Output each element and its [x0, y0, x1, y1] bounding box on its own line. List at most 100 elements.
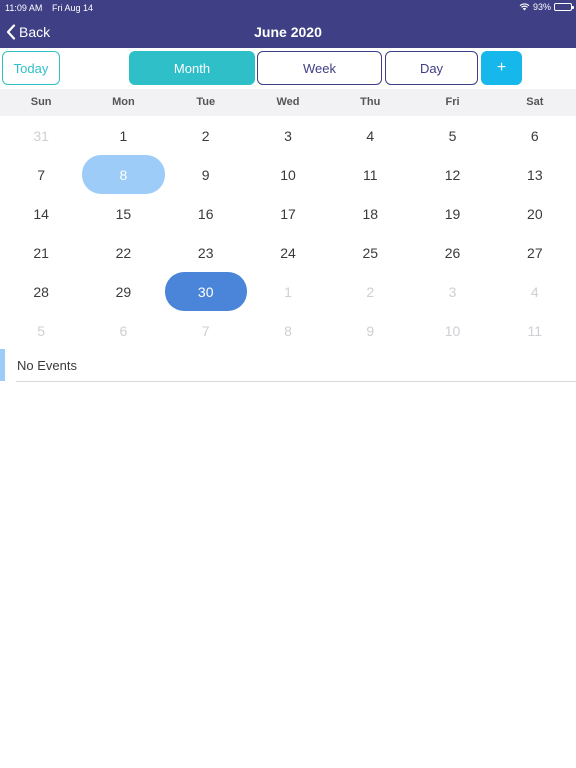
- status-time: 11:09 AM: [5, 3, 43, 13]
- other-month-day-cell[interactable]: 3: [411, 272, 493, 311]
- day-cell[interactable]: 2: [165, 116, 247, 155]
- day-cell[interactable]: 11: [329, 155, 411, 194]
- day-number: 14: [33, 205, 49, 222]
- day-number: 5: [37, 322, 46, 339]
- weekday-label: Mon: [112, 96, 135, 108]
- day-number: 22: [115, 244, 132, 261]
- other-month-day-cell[interactable]: 10: [411, 311, 493, 350]
- other-month-day-cell[interactable]: 9: [329, 311, 411, 350]
- day-number: 2: [201, 127, 210, 144]
- day-number: 28: [33, 283, 49, 300]
- other-month-day-cell[interactable]: 1: [247, 272, 329, 311]
- day-number: 6: [119, 322, 128, 339]
- other-month-day-cell[interactable]: 4: [494, 272, 576, 311]
- event-indicator-bar: [0, 349, 5, 381]
- day-cell[interactable]: 23: [165, 233, 247, 272]
- week-row: 5 6 7 8 9 10 11: [0, 311, 576, 350]
- day-cell[interactable]: 3: [247, 116, 329, 155]
- month-view-button[interactable]: Month: [129, 51, 255, 85]
- day-cell[interactable]: 14: [0, 194, 82, 233]
- day-cell[interactable]: 15: [82, 194, 164, 233]
- day-number: 11: [527, 322, 543, 339]
- week-view-button[interactable]: Week: [257, 51, 382, 85]
- status-date: Fri Aug 14: [52, 3, 94, 13]
- day-number: 29: [115, 283, 132, 300]
- weekday-label: Sat: [526, 96, 544, 108]
- day-cell[interactable]: 6: [494, 116, 576, 155]
- weekday-label: Tue: [196, 96, 216, 108]
- day-cell[interactable]: 21: [0, 233, 82, 272]
- day-number: 1: [284, 283, 292, 300]
- day-cell[interactable]: 17: [247, 194, 329, 233]
- day-cell[interactable]: 27: [494, 233, 576, 272]
- other-month-day-cell[interactable]: 31: [0, 116, 82, 155]
- month-grid: 31 1 2 3 4 5 6 7 8 9 10 11 12 13 14 15 16 17 18 19 20 21 22 23 2…: [0, 116, 576, 350]
- day-number: 5: [448, 127, 457, 144]
- day-cell[interactable]: 1: [82, 116, 164, 155]
- day-cell[interactable]: 7: [0, 155, 82, 194]
- day-number: 9: [366, 322, 375, 339]
- week-row: 14 15 16 17 18 19 20: [0, 194, 576, 233]
- weekday-header: Sun Mon Tue Wed Thu Fri Sat: [0, 89, 576, 116]
- day-cell[interactable]: 16: [165, 194, 247, 233]
- battery-icon: [554, 3, 574, 11]
- week-row: 21 22 23 24 25 26 27: [0, 233, 576, 272]
- day-number: 25: [362, 244, 379, 261]
- day-cell[interactable]: 12: [411, 155, 493, 194]
- other-month-day-cell[interactable]: 5: [0, 311, 82, 350]
- status-right: 93%: [519, 2, 574, 12]
- day-number: 18: [362, 205, 379, 222]
- day-number: 3: [448, 283, 457, 300]
- day-number: 8: [82, 155, 165, 194]
- weekday-label: Wed: [276, 96, 300, 108]
- day-number: 3: [284, 127, 292, 144]
- day-cell[interactable]: 20: [494, 194, 576, 233]
- day-number: 9: [201, 166, 210, 183]
- day-number: 31: [33, 127, 49, 144]
- day-number: 2: [366, 283, 375, 300]
- day-cell[interactable]: 18: [329, 194, 411, 233]
- day-cell[interactable]: 4: [329, 116, 411, 155]
- weekday-label: Sun: [30, 96, 52, 108]
- weekday-label: Thu: [360, 96, 381, 108]
- day-number: 13: [527, 166, 543, 183]
- day-cell[interactable]: 5: [411, 116, 493, 155]
- day-number: 4: [366, 127, 375, 144]
- day-number: 7: [37, 166, 46, 183]
- day-cell[interactable]: 13: [494, 155, 576, 194]
- day-cell[interactable]: 10: [247, 155, 329, 194]
- day-view-button[interactable]: Day: [385, 51, 478, 85]
- day-number: 11: [362, 166, 378, 183]
- day-number: 8: [284, 322, 292, 339]
- day-number: 17: [280, 205, 296, 222]
- day-cell[interactable]: 28: [0, 272, 82, 311]
- other-month-day-cell[interactable]: 11: [494, 311, 576, 350]
- other-month-day-cell[interactable]: 6: [82, 311, 164, 350]
- week-row: 28 29 30 1 2 3 4: [0, 272, 576, 311]
- day-cell[interactable]: 26: [411, 233, 493, 272]
- day-cell[interactable]: 19: [411, 194, 493, 233]
- view-toolbar: Today Month Week Day +: [0, 48, 576, 89]
- selected-day-cell[interactable]: 8: [82, 155, 165, 194]
- other-month-day-cell[interactable]: 2: [329, 272, 411, 311]
- day-number: 26: [444, 244, 461, 261]
- day-number: 1: [119, 127, 128, 144]
- day-number: 10: [280, 166, 296, 183]
- other-month-day-cell[interactable]: 7: [165, 311, 247, 350]
- selected-day-cell[interactable]: 30: [164, 272, 247, 311]
- page-title: June 2020: [254, 24, 322, 40]
- day-number: 23: [197, 244, 214, 261]
- today-button[interactable]: Today: [2, 51, 60, 85]
- day-cell[interactable]: 9: [165, 155, 247, 194]
- divider: [16, 381, 576, 382]
- day-cell[interactable]: 25: [329, 233, 411, 272]
- day-cell[interactable]: 22: [82, 233, 164, 272]
- day-number: 27: [527, 244, 543, 261]
- other-month-day-cell[interactable]: 8: [247, 311, 329, 350]
- add-event-button[interactable]: +: [481, 51, 522, 85]
- day-number: 21: [33, 244, 49, 261]
- day-number: 12: [444, 166, 461, 183]
- day-cell[interactable]: 29: [82, 272, 164, 311]
- day-cell[interactable]: 24: [247, 233, 329, 272]
- day-number: 24: [280, 244, 296, 261]
